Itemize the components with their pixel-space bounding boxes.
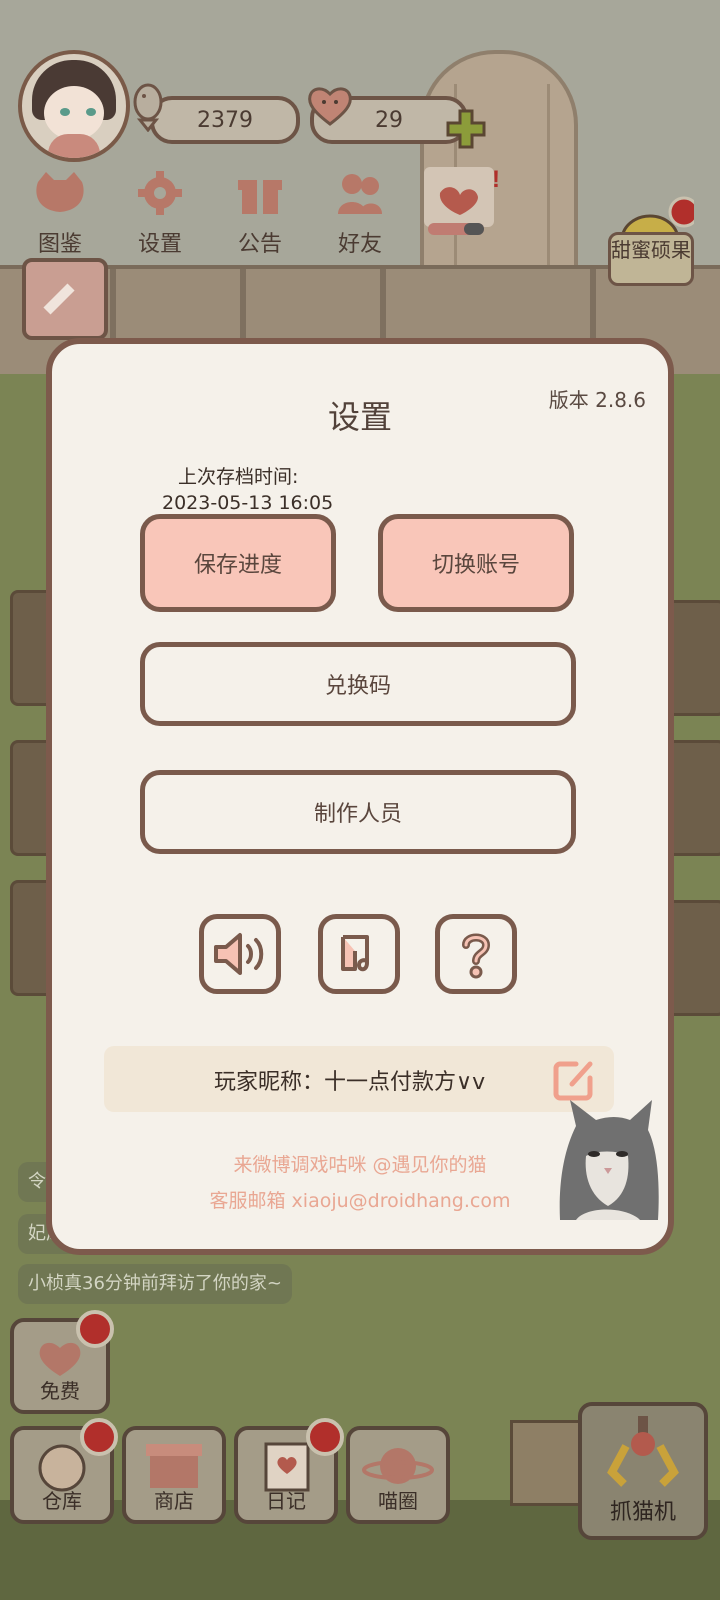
mail-notice-button[interactable]: ! — [420, 165, 500, 245]
sweet-fruit-button[interactable]: 甜蜜硕果 — [608, 232, 694, 286]
fence-segment — [510, 1420, 586, 1506]
last-save-label: 上次存档时间: — [178, 466, 299, 488]
fish-icon — [133, 83, 163, 132]
hud-item-label: 公告 — [237, 232, 282, 257]
cat-circle-button[interactable]: 喵圈 — [346, 1426, 450, 1524]
speaker-icon — [214, 933, 264, 975]
gift-icon — [238, 180, 282, 214]
fish-counter: 2379 — [150, 96, 300, 144]
hud-item-announcement[interactable]: 公告 — [220, 170, 300, 258]
svg-text:!: ! — [492, 166, 500, 193]
nickname-display: 玩家昵称：十一点付款方∨v — [214, 1064, 485, 1096]
hud-item-friends[interactable]: 好友 — [320, 170, 400, 258]
heart-count: 29 — [375, 107, 403, 133]
chat-message: 小桢真36分钟前拜访了你的家~ — [18, 1264, 292, 1304]
music-toggle-button[interactable] — [318, 914, 400, 994]
cat-sticker — [559, 1100, 659, 1220]
hud-item-label: 好友 — [337, 232, 382, 257]
nickname-value: 十一点付款方∨v — [324, 1070, 486, 1095]
music-note-icon — [341, 935, 369, 972]
gear-icon — [138, 171, 182, 215]
switch-account-button[interactable]: 切换账号 — [378, 514, 574, 612]
hud-item-settings[interactable]: 设置 — [120, 170, 200, 258]
friends-icon — [338, 174, 382, 214]
calendar-button[interactable] — [22, 258, 108, 340]
notification-dot — [80, 1418, 118, 1456]
pencil-icon — [43, 283, 75, 315]
shop-label: 商店 — [154, 1489, 194, 1513]
version-label: 版本 2.8.6 — [548, 388, 646, 412]
claw-machine-button[interactable]: 抓猫机 — [578, 1402, 708, 1540]
nickname-bar: 玩家昵称：十一点付款方∨v — [104, 1046, 614, 1112]
notification-dot — [306, 1418, 344, 1456]
heart-icon — [308, 87, 352, 126]
add-hearts-button[interactable] — [445, 108, 487, 150]
diary-label: 日记 — [266, 1489, 306, 1513]
cat-head-icon — [36, 172, 84, 212]
last-save-time: 2023-05-13 16:05 — [162, 492, 334, 514]
cat-circle-label: 喵圈 — [378, 1489, 418, 1513]
hud-item-label: 图鉴 — [37, 232, 82, 257]
help-button[interactable] — [435, 914, 517, 994]
notification-dot — [76, 1310, 114, 1348]
save-progress-button[interactable]: 保存进度 — [140, 514, 336, 612]
warehouse-label: 仓库 — [42, 1489, 82, 1513]
credits-button[interactable]: 制作人员 — [140, 770, 576, 854]
redeem-code-button[interactable]: 兑换码 — [140, 642, 576, 726]
last-save-info: 上次存档时间: 2023-05-13 16:05 — [162, 464, 333, 516]
hud-item-collection[interactable]: 图鉴 — [20, 170, 100, 258]
free-gift-label: 免费 — [40, 1379, 80, 1403]
shop-button[interactable]: 商店 — [122, 1426, 226, 1524]
player-avatar[interactable] — [18, 50, 130, 162]
question-icon — [462, 933, 491, 979]
nickname-label: 玩家昵称： — [214, 1070, 325, 1095]
hud-item-label: 设置 — [137, 232, 182, 257]
fish-count: 2379 — [197, 107, 253, 133]
sound-toggle-button[interactable] — [199, 914, 281, 994]
claw-machine-label: 抓猫机 — [609, 1500, 676, 1525]
